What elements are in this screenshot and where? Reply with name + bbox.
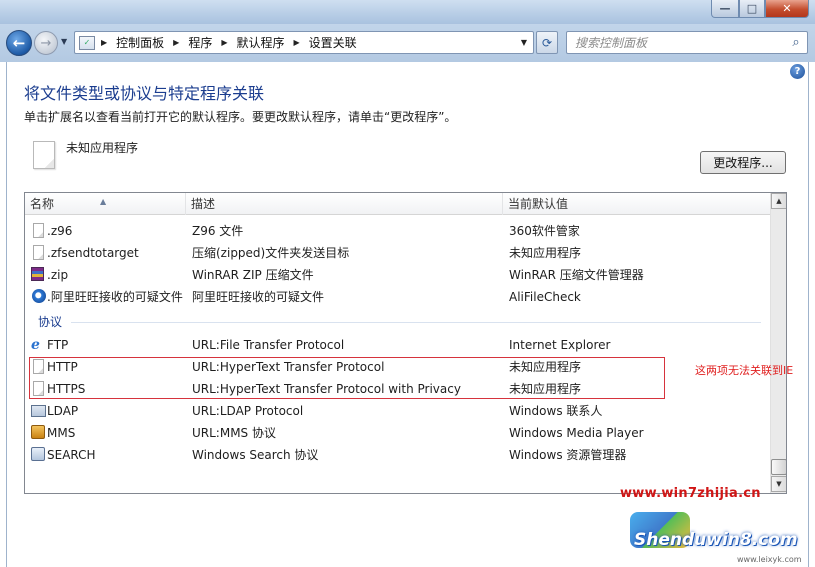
scroll-up-arrow-icon[interactable]: ▲ xyxy=(771,193,786,209)
row-name: .zfsendtotarget xyxy=(47,246,139,260)
search-box[interactable]: ⌕ xyxy=(566,31,808,54)
row-description: Z96 文件 xyxy=(192,224,244,238)
address-bar[interactable]: ✓ ▶ 控制面板 ▶ 程序 ▶ 默认程序 ▶ 设置关联 ▼ xyxy=(74,31,534,54)
column-header-name[interactable]: 名称 ▲ xyxy=(25,193,186,215)
winrar-icon xyxy=(31,267,44,281)
row-description: WinRAR ZIP 压缩文件 xyxy=(192,268,314,282)
row-name: FTP xyxy=(47,338,69,352)
close-button[interactable]: ✕ xyxy=(765,0,809,18)
group-divider xyxy=(71,322,761,323)
media-player-icon xyxy=(31,425,45,439)
table-row[interactable]: SEARCH Windows Search 协议 Windows 资源管理器 xyxy=(25,444,770,466)
search-input[interactable] xyxy=(575,35,785,50)
minimize-button[interactable]: — xyxy=(711,0,739,18)
contact-card-icon xyxy=(31,405,46,417)
breadcrumb-default-programs[interactable]: 默认程序 xyxy=(237,34,285,51)
table-row[interactable]: .z96 Z96 文件 360软件管家 xyxy=(25,220,770,242)
group-label: 协议 xyxy=(38,315,63,329)
row-default: WinRAR 压缩文件管理器 xyxy=(509,268,644,282)
annotation-text: 这两项无法关联到IE xyxy=(695,364,794,377)
breadcrumb-programs[interactable]: 程序 xyxy=(188,34,212,51)
row-description: URL:MMS 协议 xyxy=(192,426,276,440)
scrollbar-thumb[interactable] xyxy=(771,459,786,475)
watermark-brand: Shenduwin8.com xyxy=(634,530,798,550)
breadcrumb-control-panel[interactable]: 控制面板 xyxy=(116,34,164,51)
row-default: Windows 资源管理器 xyxy=(509,448,627,462)
table-row[interactable]: e FTP URL:File Transfer Protocol Interne… xyxy=(25,334,770,356)
row-description: URL:LDAP Protocol xyxy=(192,404,304,418)
address-dropdown-icon[interactable]: ▼ xyxy=(521,38,527,47)
row-description: URL:File Transfer Protocol xyxy=(192,338,345,352)
watermark-sub: www.leixyk.com xyxy=(737,555,802,564)
vertical-scrollbar[interactable]: ▲ ▼ xyxy=(770,193,786,493)
annotation-highlight-box xyxy=(29,357,665,399)
row-default: 360软件管家 xyxy=(509,224,580,238)
row-default: AliFileCheck xyxy=(509,290,581,304)
current-default-app-label: 未知应用程序 xyxy=(66,141,139,155)
row-name: SEARCH xyxy=(47,448,96,462)
row-name: .z96 xyxy=(47,224,73,238)
group-header-protocols[interactable]: 协议 xyxy=(25,311,770,333)
row-name: .阿里旺旺接收的可疑文件 xyxy=(47,290,183,304)
association-list[interactable]: 名称 ▲ 描述 当前默认值 .z96 Z96 文件 360软件管家 .zfsen… xyxy=(24,192,787,494)
breadcrumb-chevron-icon[interactable]: ▶ xyxy=(173,38,179,47)
list-header: 名称 ▲ 描述 当前默认值 xyxy=(25,193,770,215)
breadcrumb-set-associations[interactable]: 设置关联 xyxy=(309,34,357,51)
table-row[interactable]: LDAP URL:LDAP Protocol Windows 联系人 xyxy=(25,400,770,422)
recent-pages-dropdown-icon[interactable]: ▼ xyxy=(61,37,67,46)
table-row[interactable]: MMS URL:MMS 协议 Windows Media Player xyxy=(25,422,770,444)
breadcrumb-chevron-icon[interactable]: ▶ xyxy=(221,38,227,47)
file-icon xyxy=(33,245,44,260)
row-name: MMS xyxy=(47,426,76,440)
breadcrumb-chevron-icon[interactable]: ▶ xyxy=(294,38,300,47)
breadcrumb-chevron-icon[interactable]: ▶ xyxy=(101,38,107,47)
change-program-button[interactable]: 更改程序... xyxy=(700,151,786,174)
maximize-button[interactable]: □ xyxy=(739,0,765,18)
row-default: Windows Media Player xyxy=(509,426,644,440)
file-icon xyxy=(33,223,44,238)
table-row[interactable]: .阿里旺旺接收的可疑文件 阿里旺旺接收的可疑文件 AliFileCheck xyxy=(25,286,770,308)
help-icon[interactable]: ? xyxy=(790,64,805,79)
caption-buttons: — □ ✕ xyxy=(711,0,809,18)
internet-explorer-icon: e xyxy=(31,337,40,353)
table-row[interactable]: .zfsendtotarget 压缩(zipped)文件夹发送目标 未知应用程序 xyxy=(25,242,770,264)
page-title: 将文件类型或协议与特定程序关联 xyxy=(24,84,265,103)
control-panel-icon: ✓ xyxy=(79,35,95,50)
column-header-current-default[interactable]: 当前默认值 xyxy=(503,193,770,215)
column-name-label: 名称 xyxy=(30,197,55,211)
watermark-url: www.win7zhijia.cn xyxy=(620,486,761,501)
search-icon[interactable]: ⌕ xyxy=(785,35,807,50)
forward-arrow-icon[interactable]: → xyxy=(34,31,58,55)
instructions-text: 单击扩展名以查看当前打开它的默认程序。要更改默认程序，请单击“更改程序”。 xyxy=(24,110,457,124)
sort-ascending-icon: ▲ xyxy=(100,197,107,206)
file-icon xyxy=(33,141,55,169)
row-name: LDAP xyxy=(47,404,79,418)
row-name: .zip xyxy=(47,268,69,282)
row-description: 阿里旺旺接收的可疑文件 xyxy=(192,290,325,304)
refresh-icon[interactable]: ⟳ xyxy=(536,31,558,54)
row-default: Internet Explorer xyxy=(509,338,611,352)
window-titlebar: — □ ✕ xyxy=(0,0,815,24)
alifilecheck-icon xyxy=(32,289,46,303)
row-default: 未知应用程序 xyxy=(509,246,582,260)
table-row[interactable]: .zip WinRAR ZIP 压缩文件 WinRAR 压缩文件管理器 xyxy=(25,264,770,286)
watermark: www.win7zhijia.cn Shenduwin8.com www.lei… xyxy=(612,482,812,564)
row-description: 压缩(zipped)文件夹发送目标 xyxy=(192,246,350,260)
row-default: Windows 联系人 xyxy=(509,404,603,418)
column-header-description[interactable]: 描述 xyxy=(186,193,503,215)
navigation-bar: ← → ▼ ✓ ▶ 控制面板 ▶ 程序 ▶ 默认程序 ▶ 设置关联 ▼ ⟳ ⌕ xyxy=(0,24,815,62)
search-app-icon xyxy=(31,447,45,461)
row-description: Windows Search 协议 xyxy=(192,448,319,462)
back-arrow-icon[interactable]: ← xyxy=(6,30,32,56)
